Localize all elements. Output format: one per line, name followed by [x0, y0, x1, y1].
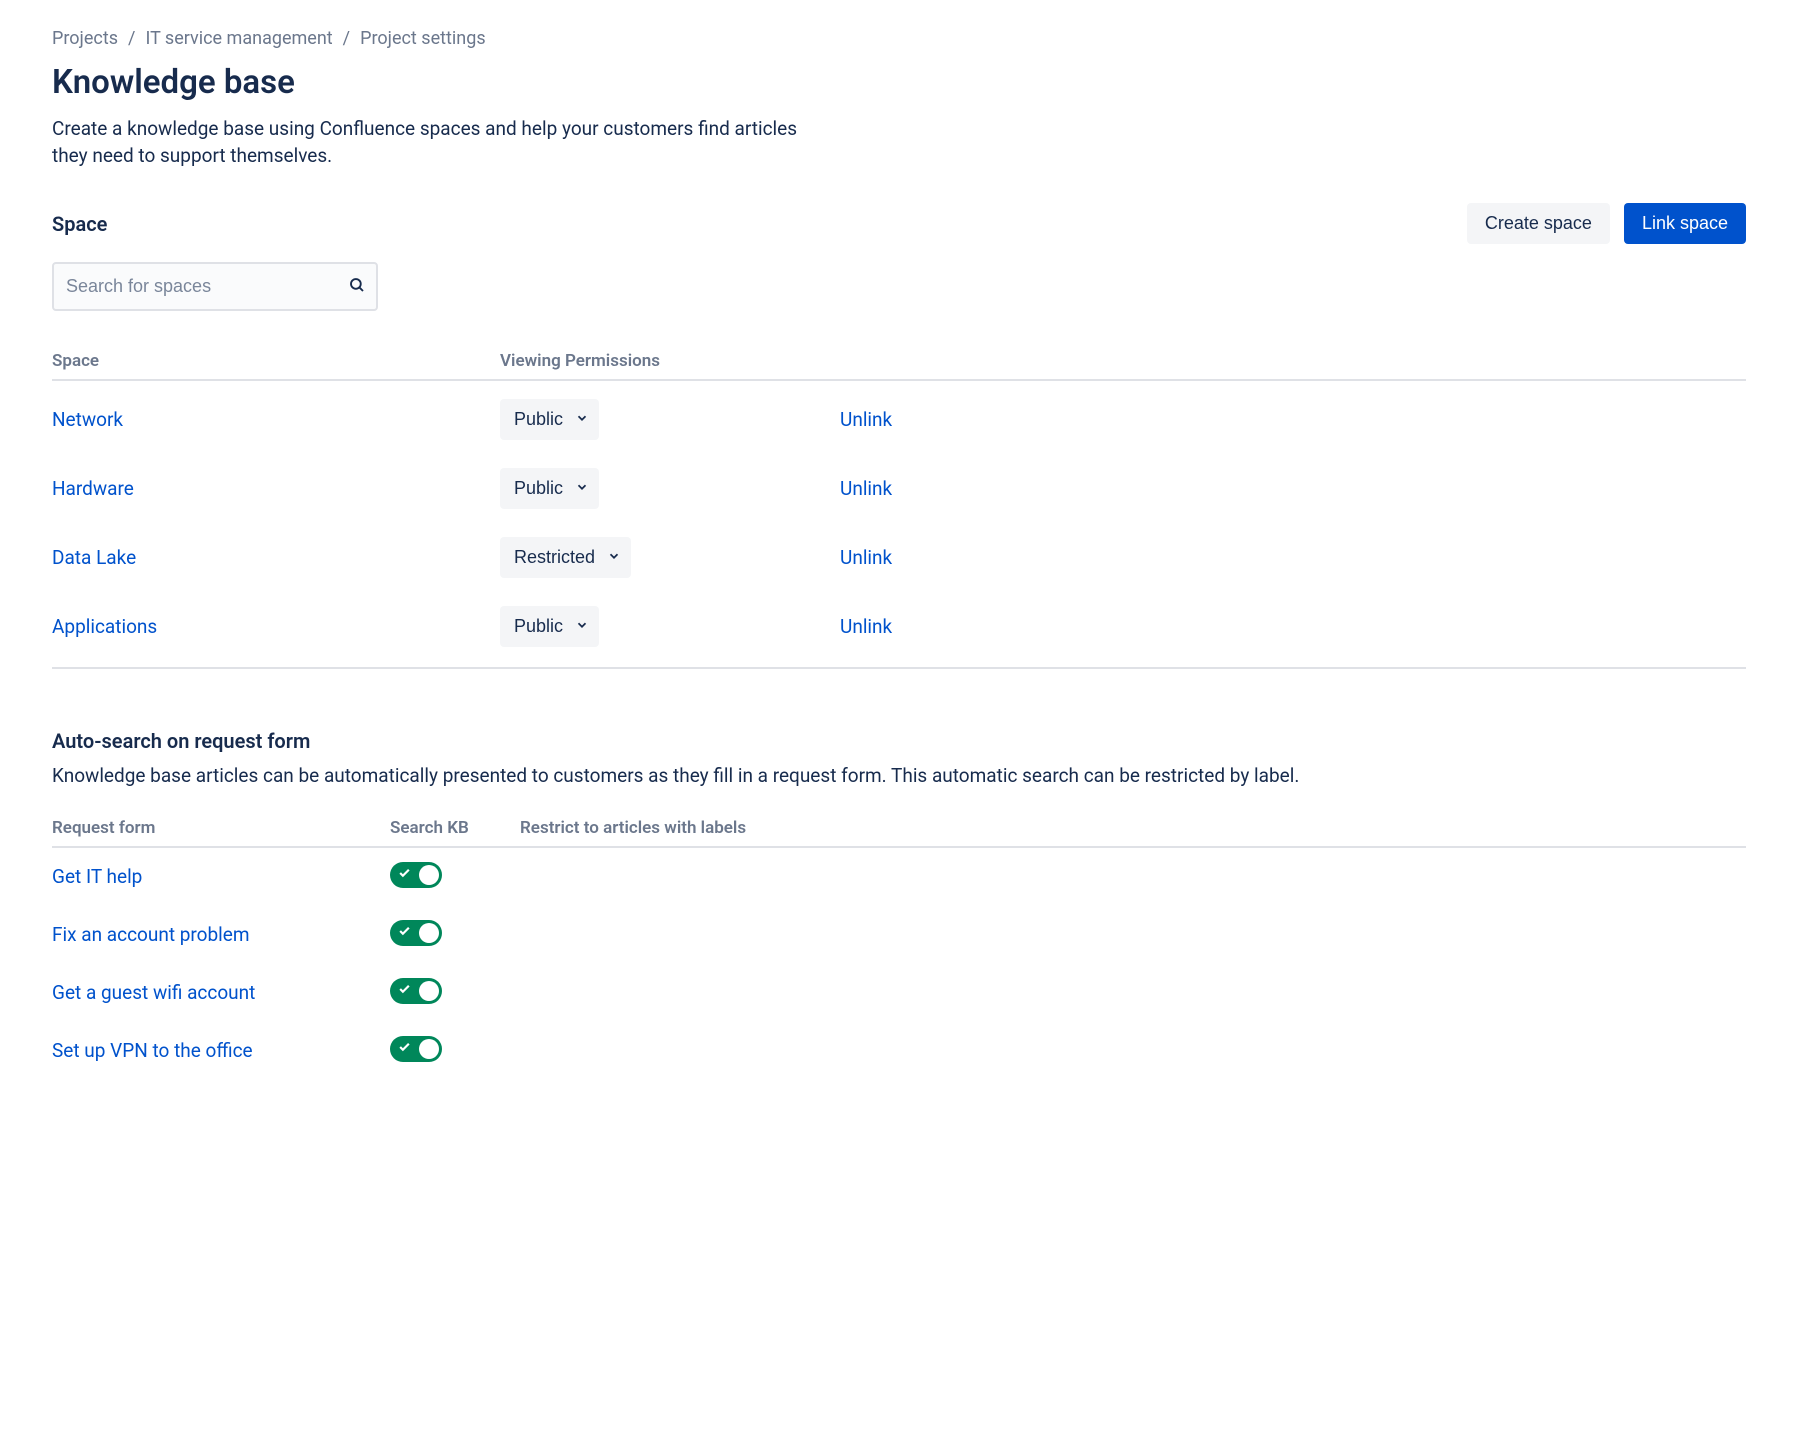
- col-restrict-labels: Restrict to articles with labels: [520, 818, 1746, 838]
- request-form-link[interactable]: Get IT help: [52, 865, 142, 888]
- permission-select[interactable]: Public: [500, 606, 599, 647]
- breadcrumb: Projects / IT service management / Proje…: [52, 28, 1746, 49]
- breadcrumb-project-settings[interactable]: Project settings: [360, 28, 486, 49]
- space-search-wrap: [52, 262, 378, 311]
- search-kb-toggle[interactable]: [390, 920, 442, 946]
- toggle-knob: [419, 923, 439, 943]
- page-title: Knowledge base: [52, 63, 1746, 102]
- check-icon: [398, 982, 411, 999]
- table-row: Get a guest wifi account: [52, 964, 1746, 1022]
- permission-select[interactable]: Restricted: [500, 537, 631, 578]
- search-kb-toggle[interactable]: [390, 1036, 442, 1062]
- toggle-knob: [419, 1039, 439, 1059]
- spaces-table: Space Viewing Permissions Network Public U…: [52, 351, 1746, 669]
- col-permissions: Viewing Permissions: [500, 351, 840, 371]
- spaces-table-header: Space Viewing Permissions: [52, 351, 1746, 381]
- search-kb-toggle[interactable]: [390, 862, 442, 888]
- request-form-link[interactable]: Get a guest wifi account: [52, 981, 255, 1004]
- space-actions: Create space Link space: [1467, 203, 1746, 244]
- space-link[interactable]: Network: [52, 408, 123, 431]
- request-form-link[interactable]: Fix an account problem: [52, 923, 250, 946]
- request-forms-table: Request form Search KB Restrict to artic…: [52, 818, 1746, 1080]
- col-request-form: Request form: [52, 818, 390, 838]
- table-row: Hardware Public Unlink: [52, 454, 1746, 523]
- search-kb-toggle[interactable]: [390, 978, 442, 1004]
- link-space-button[interactable]: Link space: [1624, 203, 1746, 244]
- col-search-kb: Search KB: [390, 818, 520, 838]
- col-actions: [840, 351, 1746, 371]
- breadcrumb-separator: /: [128, 28, 135, 49]
- toggle-knob: [419, 865, 439, 885]
- space-search-input[interactable]: [52, 262, 378, 311]
- unlink-link[interactable]: Unlink: [840, 477, 892, 500]
- autosearch-section: Auto-search on request form Knowledge ba…: [52, 729, 1746, 1080]
- breadcrumb-separator: /: [343, 28, 350, 49]
- permission-select[interactable]: Public: [500, 468, 599, 509]
- breadcrumb-itsm[interactable]: IT service management: [145, 28, 332, 49]
- space-link[interactable]: Applications: [52, 615, 157, 638]
- permission-select[interactable]: Public: [500, 399, 599, 440]
- request-forms-header: Request form Search KB Restrict to artic…: [52, 818, 1746, 848]
- space-header-row: Space Create space Link space: [52, 203, 1746, 244]
- search-icon: [348, 276, 366, 298]
- breadcrumb-projects[interactable]: Projects: [52, 28, 118, 49]
- space-link[interactable]: Data Lake: [52, 546, 136, 569]
- check-icon: [398, 924, 411, 941]
- space-link[interactable]: Hardware: [52, 477, 134, 500]
- page-description: Create a knowledge base using Confluence…: [52, 116, 812, 169]
- table-row: Network Public Unlink: [52, 385, 1746, 454]
- unlink-link[interactable]: Unlink: [840, 615, 892, 638]
- table-row: Set up VPN to the office: [52, 1022, 1746, 1080]
- autosearch-heading: Auto-search on request form: [52, 729, 1746, 753]
- toggle-knob: [419, 981, 439, 1001]
- table-row: Get IT help: [52, 848, 1746, 906]
- unlink-link[interactable]: Unlink: [840, 546, 892, 569]
- table-row: Data Lake Restricted Unlink: [52, 523, 1746, 592]
- check-icon: [398, 1040, 411, 1057]
- space-section-label: Space: [52, 212, 107, 236]
- table-row: Fix an account problem: [52, 906, 1746, 964]
- check-icon: [398, 866, 411, 883]
- col-space: Space: [52, 351, 500, 371]
- request-form-link[interactable]: Set up VPN to the office: [52, 1039, 253, 1062]
- autosearch-description: Knowledge base articles can be automatic…: [52, 763, 1746, 790]
- table-row: Applications Public Unlink: [52, 592, 1746, 661]
- unlink-link[interactable]: Unlink: [840, 408, 892, 431]
- create-space-button[interactable]: Create space: [1467, 203, 1610, 244]
